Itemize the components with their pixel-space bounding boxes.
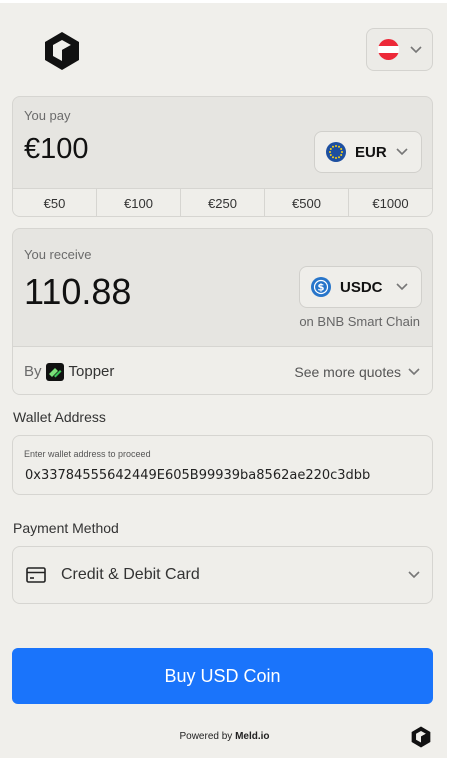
wallet-address-input[interactable]: 0x33784555642449E605B99939ba8562ae220c3d… xyxy=(25,468,370,483)
meld-logo-icon xyxy=(411,726,431,748)
payment-method-selector[interactable]: Credit & Debit Card xyxy=(12,546,433,604)
pay-amount-input[interactable]: €100 xyxy=(24,133,89,166)
receive-currency-selector[interactable]: $ USDC xyxy=(299,266,422,308)
chevron-down-icon xyxy=(409,45,422,53)
wallet-address-field[interactable]: Enter wallet address to proceed 0x337845… xyxy=(12,435,433,495)
credit-card-icon xyxy=(26,567,46,583)
pay-label: You pay xyxy=(24,108,71,123)
quote-row: By Topper See more quotes xyxy=(13,346,432,394)
meld-logo-icon xyxy=(45,32,79,70)
payment-method-value: Credit & Debit Card xyxy=(61,566,200,583)
receive-amount: 110.88 xyxy=(24,271,132,312)
chevron-down-icon xyxy=(396,148,408,156)
receive-label: You receive xyxy=(24,247,92,262)
powered-by-prefix: Powered by xyxy=(179,731,233,742)
amount-presets: €50 €100 €250 €500 €1000 xyxy=(13,188,432,216)
preset-amount-button[interactable]: €50 xyxy=(13,189,97,216)
powered-by: Powered by Meld.io xyxy=(0,731,449,742)
see-more-quotes-button[interactable]: See more quotes xyxy=(294,364,420,380)
by-label: By xyxy=(24,363,42,380)
eur-icon xyxy=(326,142,346,162)
chevron-down-icon xyxy=(408,367,420,375)
wallet-address-placeholder: Enter wallet address to proceed xyxy=(24,449,151,459)
topper-logo-icon xyxy=(45,362,64,381)
receive-currency-label: USDC xyxy=(340,278,383,296)
provider-name: Topper xyxy=(68,363,115,380)
wallet-address-label: Wallet Address xyxy=(13,409,106,425)
chevron-down-icon xyxy=(408,571,420,579)
pay-currency-selector[interactable]: EUR xyxy=(314,131,422,173)
svg-text:$: $ xyxy=(318,283,325,294)
preset-amount-button[interactable]: €500 xyxy=(265,189,349,216)
preset-amount-button[interactable]: €100 xyxy=(97,189,181,216)
country-selector[interactable] xyxy=(366,28,433,71)
preset-amount-button[interactable]: €1000 xyxy=(349,189,432,216)
usdc-icon: $ xyxy=(311,277,331,297)
receive-card: You receive 110.88 $ USDC on BNB Smart C… xyxy=(12,228,433,395)
see-more-quotes-label: See more quotes xyxy=(294,363,401,380)
pay-currency-label: EUR xyxy=(355,143,387,161)
pay-card: You pay €100 EUR €50 €100 €250 €500 €100… xyxy=(12,96,433,217)
powered-by-brand-link[interactable]: Meld.io xyxy=(235,731,269,742)
chevron-down-icon xyxy=(395,283,408,291)
payment-method-label: Payment Method xyxy=(13,520,119,536)
network-label: on BNB Smart Chain xyxy=(299,314,420,329)
buy-button[interactable]: Buy USD Coin xyxy=(12,648,433,704)
austria-flag-icon xyxy=(377,39,399,60)
preset-amount-button[interactable]: €250 xyxy=(181,189,265,216)
